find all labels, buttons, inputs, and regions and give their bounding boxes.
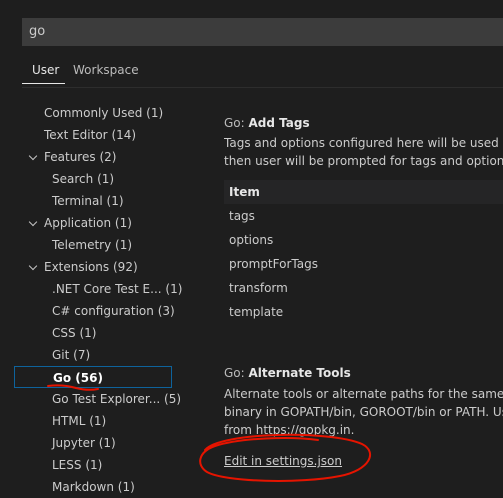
toc-item-label: HTML bbox=[52, 414, 86, 428]
toc-item-count: (3) bbox=[157, 304, 175, 318]
toc-item-count: (1) bbox=[165, 282, 183, 296]
toc-item-count: (1) bbox=[106, 194, 124, 208]
toc-item-label: Jupyter bbox=[52, 436, 95, 450]
setting-title-alternate-tools: Go: Alternate Tools bbox=[224, 365, 351, 381]
toc-item-label: CSS bbox=[52, 326, 76, 340]
toc-item-count: (14) bbox=[111, 128, 137, 142]
toc-item-count: (1) bbox=[146, 106, 164, 120]
toc-item-telemetry[interactable]: Telemetry (1) bbox=[52, 234, 132, 256]
toc-item-count: (1) bbox=[97, 172, 115, 186]
toc-item-search[interactable]: Search (1) bbox=[52, 168, 114, 190]
toc-item-label: .NET Core Test E... bbox=[52, 282, 162, 296]
toc-item-label: Extensions bbox=[44, 260, 110, 274]
toc-item-label: C# configuration bbox=[52, 304, 154, 318]
settings-toc: Commonly Used (1) Text Editor (14) Featu… bbox=[0, 0, 190, 494]
toc-item-markdown[interactable]: Markdown (1) bbox=[52, 476, 135, 498]
setting-category: Go: bbox=[224, 366, 249, 380]
toc-item-count: (1) bbox=[79, 326, 97, 340]
toc-item-label: Markdown bbox=[52, 480, 114, 494]
toc-item-css[interactable]: CSS (1) bbox=[52, 322, 96, 344]
toc-item-html[interactable]: HTML (1) bbox=[52, 410, 106, 432]
toc-item-jupyter[interactable]: Jupyter (1) bbox=[52, 432, 116, 454]
setting-name: Alternate Tools bbox=[248, 366, 351, 380]
toc-item-text-editor[interactable]: Text Editor (14) bbox=[44, 124, 136, 146]
toc-item-label: Commonly Used bbox=[44, 106, 143, 120]
toc-item-count: (1) bbox=[114, 216, 132, 230]
toc-item-label: Text Editor bbox=[44, 128, 108, 142]
setting-description: then user will be prompted for tags and … bbox=[224, 154, 503, 168]
table-row[interactable]: transform bbox=[224, 276, 503, 300]
toc-item-extensions[interactable]: Extensions (92) bbox=[44, 256, 138, 278]
table-row[interactable]: promptForTags bbox=[224, 252, 503, 276]
toc-item-label: Git bbox=[52, 348, 70, 362]
toc-item-label: Telemetry bbox=[52, 238, 112, 252]
setting-category: Go: bbox=[224, 116, 249, 130]
toc-item-count: (1) bbox=[85, 458, 103, 472]
toc-item-go[interactable]: Go (56) bbox=[14, 366, 172, 388]
setting-description: Alternate tools or alternate paths for t… bbox=[224, 387, 503, 401]
toc-item-label: Go bbox=[53, 371, 72, 385]
toc-item-label: Terminal bbox=[52, 194, 103, 208]
table-row[interactable]: options bbox=[224, 228, 503, 252]
toc-item-git[interactable]: Git (7) bbox=[52, 344, 90, 366]
toc-item-csharp-configuration[interactable]: C# configuration (3) bbox=[52, 300, 175, 322]
toc-item-label: Go Test Explorer... bbox=[52, 392, 161, 406]
setting-title-add-tags: Go: Add Tags bbox=[224, 115, 310, 131]
table-row[interactable]: template bbox=[224, 300, 503, 324]
toc-item-count: (1) bbox=[115, 238, 133, 252]
setting-description: Tags and options configured here will be… bbox=[224, 136, 503, 150]
toc-item-terminal[interactable]: Terminal (1) bbox=[52, 190, 124, 212]
setting-description: from https://gopkg.in. bbox=[224, 423, 355, 437]
toc-item-label: Application bbox=[44, 216, 112, 230]
settings-content: Go: Add Tags Tags and options configured… bbox=[224, 0, 503, 487]
toc-item-dotnet-core-test[interactable]: .NET Core Test E... (1) bbox=[52, 278, 182, 300]
table-row[interactable]: tags bbox=[224, 204, 503, 228]
toc-item-label: LESS bbox=[52, 458, 82, 472]
toc-item-count: (92) bbox=[113, 260, 138, 274]
toc-item-count: (7) bbox=[73, 348, 91, 362]
toc-item-count: (1) bbox=[89, 414, 107, 428]
toc-item-commonly-used[interactable]: Commonly Used (1) bbox=[44, 102, 163, 124]
toc-item-label: Features bbox=[44, 150, 96, 164]
toc-item-less[interactable]: LESS (1) bbox=[52, 454, 102, 476]
toc-item-count: (56) bbox=[75, 371, 103, 385]
chevron-down-icon[interactable] bbox=[28, 217, 38, 227]
toc-item-application[interactable]: Application (1) bbox=[44, 212, 132, 234]
table-header: Item bbox=[224, 180, 503, 204]
edit-in-settings-json-link[interactable]: Edit in settings.json bbox=[224, 453, 342, 469]
setting-name: Add Tags bbox=[248, 116, 310, 130]
setting-description: binary in GOPATH/bin, GOROOT/bin or PATH… bbox=[224, 405, 503, 419]
chevron-down-icon[interactable] bbox=[28, 151, 38, 161]
toc-item-count: (5) bbox=[164, 392, 182, 406]
toc-item-label: Search bbox=[52, 172, 94, 186]
chevron-down-icon[interactable] bbox=[28, 261, 38, 271]
toc-item-count: (1) bbox=[98, 436, 116, 450]
toc-item-count: (1) bbox=[117, 480, 135, 494]
toc-item-go-test-explorer[interactable]: Go Test Explorer... (5) bbox=[52, 388, 181, 410]
toc-item-count: (2) bbox=[99, 150, 117, 164]
toc-item-features[interactable]: Features (2) bbox=[44, 146, 116, 168]
